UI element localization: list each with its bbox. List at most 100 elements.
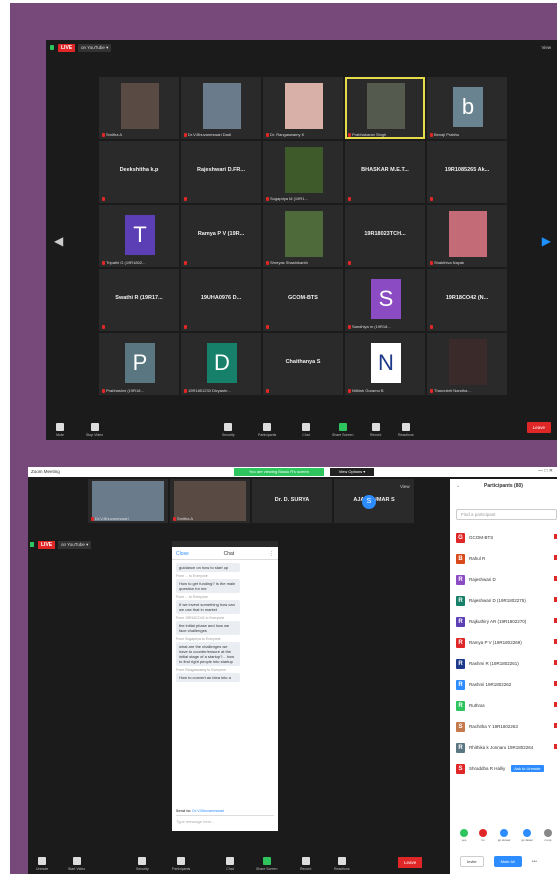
participant-row[interactable]: R Ruthras — [456, 695, 557, 716]
participant-tile[interactable]: Ramya P V (19R... — [181, 205, 261, 267]
share-screen-button[interactable]: Share Screen — [256, 857, 277, 871]
participant-search-input[interactable]: Find a participant — [456, 509, 557, 520]
reaction-label: more — [544, 838, 552, 842]
participant-tile[interactable]: Sugapriya M (19R1... — [263, 141, 343, 203]
reaction-button[interactable]: go faster — [521, 829, 533, 842]
live-badge[interactable]: LIVE — [38, 541, 56, 549]
reaction-button[interactable]: yes — [460, 829, 468, 842]
start-video-button[interactable]: Start Video — [68, 857, 85, 871]
participant-row[interactable]: R Ramya P V (19R1802269) — [456, 632, 557, 653]
muted-mic — [102, 197, 105, 201]
more-icon[interactable]: ••• — [532, 859, 537, 865]
participant-row[interactable]: R Rhithika k Jonnaru 19R1802264 — [456, 737, 557, 758]
youtube-stream-button[interactable]: on YouTube ▾ — [58, 541, 92, 549]
participant-tile[interactable]: Shreyas Shashikanth — [263, 205, 343, 267]
participants-button[interactable]: Participants — [258, 423, 276, 437]
chat-button[interactable]: Chat — [302, 423, 310, 437]
participant-tile[interactable]: D 19R1851233 Divyashr... — [181, 333, 261, 395]
record-button[interactable]: Record — [370, 423, 381, 437]
participant-tile[interactable]: Prabhakaran Singh — [345, 77, 425, 139]
participant-tile[interactable]: S Sandhiya m (19R18... — [345, 269, 425, 331]
participant-row[interactable]: R Rashmi R (19R1802261) — [456, 653, 557, 674]
participant-row[interactable]: R Rashmi 19R1802262 — [456, 674, 557, 695]
camera-icon — [72, 857, 81, 865]
muted-mic — [266, 325, 269, 329]
participant-tile[interactable]: Dr.V.Bhuvaneswari Dadi — [181, 77, 261, 139]
participant-tile[interactable]: P Prabhashni (19R18... — [99, 333, 179, 395]
participant-tile[interactable]: Dr. Rangaswamy K — [263, 77, 343, 139]
unmute-button[interactable]: Unmute — [36, 857, 48, 871]
participant-tile[interactable]: 19R18023TCH... — [345, 205, 425, 267]
chat-message: the initial phase and how we face challe… — [176, 621, 240, 635]
mute-all-button[interactable]: Mute All — [493, 856, 522, 867]
participant-tile[interactable]: GCOM-BTS — [263, 269, 343, 331]
reactions-button[interactable]: Reactions — [334, 857, 350, 871]
participant-name: Chaithanya S — [285, 359, 321, 365]
view-button[interactable]: View — [541, 45, 551, 50]
participant-name: Ruthras — [469, 703, 485, 708]
leave-button[interactable]: Leave — [526, 422, 551, 433]
participant-tile[interactable]: 19R1085265 Ak... — [427, 141, 507, 203]
mic-muted-icon — [102, 260, 105, 265]
participant-tile[interactable]: 19UHA0976 D... — [181, 269, 261, 331]
participant-tile[interactable]: N Nithish Guramu B — [345, 333, 425, 395]
reaction-button[interactable]: no — [478, 829, 487, 842]
participant-tile[interactable]: 19R18CO42 (N... — [427, 269, 507, 331]
meeting-topbar: LIVE on YouTube ▾ View — [46, 40, 557, 56]
window-titlebar: Zoom Meeting You are viewing Biosiu R's … — [28, 467, 557, 477]
participant-tile[interactable]: b Benaji Prabhu — [427, 77, 507, 139]
security-button[interactable]: Security — [222, 423, 235, 437]
participant-tile[interactable]: Dr.V.Bhuvaneswari — [88, 479, 168, 523]
security-button[interactable]: Security — [136, 857, 149, 871]
participants-panel: ⌄ Participants (80) Find a participant G… — [450, 479, 557, 874]
reaction-button[interactable]: more — [543, 829, 552, 842]
youtube-stream-button[interactable]: on YouTube ▾ — [78, 44, 112, 52]
participant-row[interactable]: G GCOM-BTS — [456, 527, 557, 548]
prev-page-icon[interactable]: ◀ — [54, 234, 63, 248]
participant-label: Tharunbrit Nandha... — [430, 388, 471, 393]
view-button[interactable]: View — [400, 484, 410, 489]
chat-more-icon[interactable]: ⋮ — [269, 551, 274, 557]
participant-tile[interactable]: Shakthiva Nayak — [427, 205, 507, 267]
chat-input[interactable]: Type message here... — [176, 815, 274, 827]
live-badge[interactable]: LIVE — [58, 44, 76, 52]
participant-name: GCOM-BTS — [469, 535, 494, 540]
shield-icon[interactable] — [30, 542, 34, 547]
participant-tile[interactable]: T Tripathi G (19R1802... — [99, 205, 179, 267]
participant-tile[interactable]: Deekshitha k.p — [99, 141, 179, 203]
chat-close-button[interactable]: Close — [176, 551, 189, 557]
view-options-button[interactable]: View Options ▾ — [330, 468, 374, 476]
send-to-row[interactable]: Send to: Dr.V.Bhuvaneswari — [176, 809, 224, 813]
window-controls-icon[interactable]: — □ ✕ — [538, 468, 553, 474]
participant-name: Sugapriya M (19R1... — [270, 196, 308, 201]
participant-row[interactable]: B Rahul R — [456, 548, 557, 569]
send-to-recipient[interactable]: Dr.V.Bhuvaneswari — [192, 809, 224, 813]
record-button[interactable]: Record — [300, 857, 311, 871]
participant-row[interactable]: R Rajkuthiry AR (19R1802270) — [456, 611, 557, 632]
participant-tile[interactable]: Chaithanya S — [263, 333, 343, 395]
participant-row[interactable]: R Rajeshwari D — [456, 569, 557, 590]
participant-tile[interactable]: Smitha A — [170, 479, 250, 523]
leave-button[interactable]: Leave — [398, 857, 423, 868]
participant-row[interactable]: S Rachitha Y 19R1802263 — [456, 716, 557, 737]
stop-video-button[interactable]: Stop Video — [86, 423, 103, 437]
participants-button[interactable]: Participants — [172, 857, 190, 871]
share-screen-button[interactable]: Share Screen — [332, 423, 353, 437]
participant-tile[interactable]: Swathi R (19R17... — [99, 269, 179, 331]
reactions-button[interactable]: Reactions — [398, 423, 414, 437]
participant-tile[interactable]: Dr. D. SURYA — [252, 479, 332, 523]
next-page-icon[interactable]: ▶ — [542, 234, 551, 248]
chat-button[interactable]: Chat — [226, 857, 234, 871]
participant-row[interactable]: S Shraddha R Halliy Ask to Unmute — [456, 758, 557, 779]
participant-tile[interactable]: Rajeshwari D.FR... — [181, 141, 261, 203]
participant-row[interactable]: R Rajeshwari D (19R1802275) — [456, 590, 557, 611]
mic-muted-icon — [91, 516, 94, 521]
mute-button[interactable]: Mute — [56, 423, 64, 437]
participant-tile[interactable]: Smitha A — [99, 77, 179, 139]
reaction-button[interactable]: go slower — [498, 829, 511, 842]
participant-tile[interactable]: BHASKAR M.E.T... — [345, 141, 425, 203]
ask-to-unmute-button[interactable]: Ask to Unmute — [511, 765, 544, 772]
participant-tile[interactable]: Tharunbrit Nandha... — [427, 333, 507, 395]
invite-button[interactable]: Invite — [460, 856, 484, 867]
shield-icon[interactable] — [50, 45, 54, 50]
